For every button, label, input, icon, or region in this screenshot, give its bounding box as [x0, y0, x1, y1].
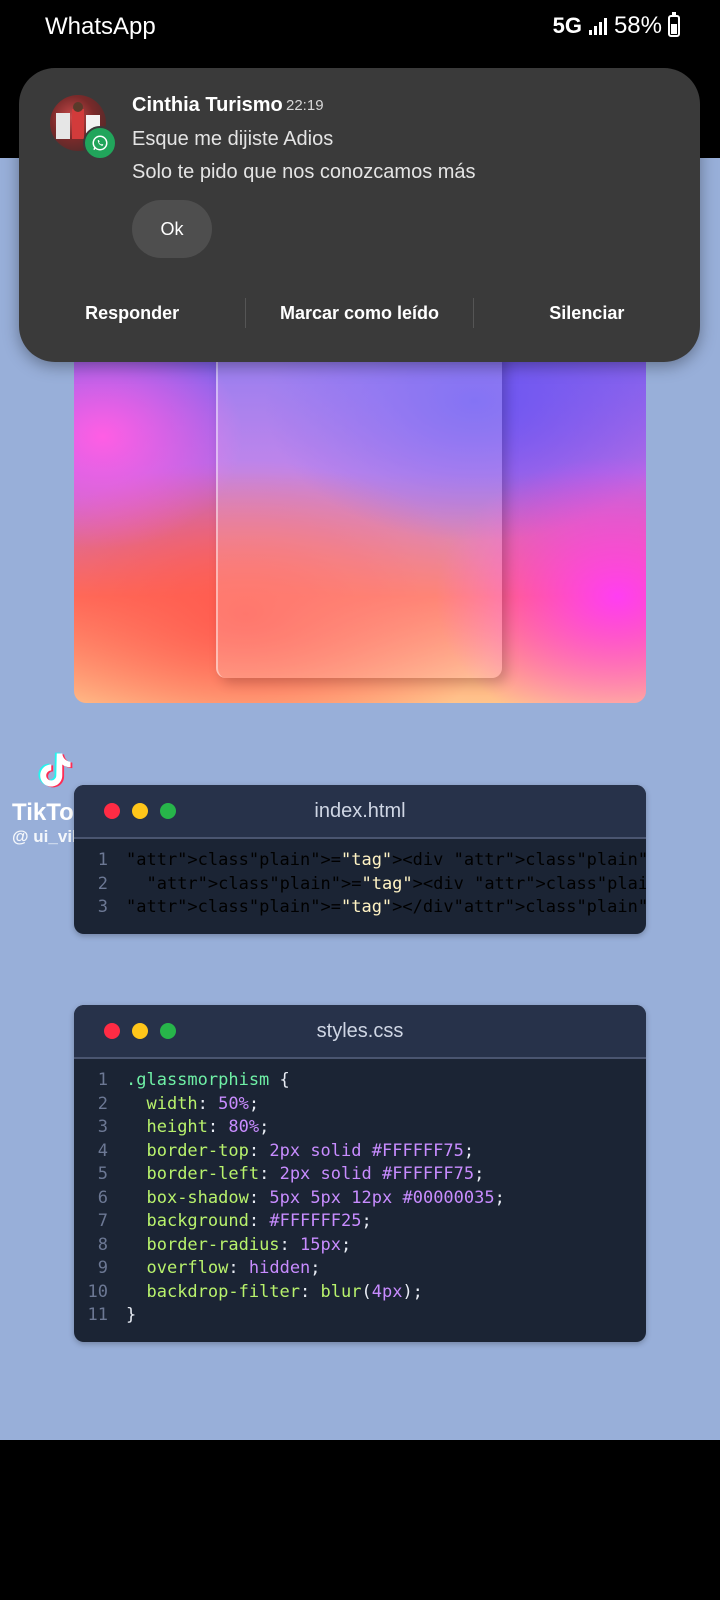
battery-percent: 58% [613, 12, 662, 39]
html-window-title: index.html [314, 800, 406, 822]
line-number: 10 [87, 1281, 108, 1302]
status-app-name: WhatsApp [45, 13, 156, 40]
css-code-window: styles.css 1 .glassmorphism { 2 width: 50%… [74, 1005, 646, 1342]
notification-actions: Responder Marcar como leído Silenciar [19, 296, 700, 330]
reply-button[interactable]: Responder [19, 296, 245, 330]
css-window-title: styles.css [316, 1020, 404, 1042]
glassmorphism-preview [74, 348, 646, 703]
code-text: "attr">class"plain">="tag"><div "attr">c… [146, 873, 646, 894]
code-text: background: #FFFFFF25; [146, 1211, 372, 1231]
code-line: 9 overflow: hidden; [74, 1257, 646, 1281]
battery-icon [668, 12, 680, 37]
code-line: 7 background: #FFFFFF25; [74, 1210, 646, 1234]
html-code-window: index.html 1 "attr">class"plain">="tag"><… [74, 785, 646, 934]
code-line: 1 "attr">class"plain">="tag"><div "attr">… [74, 849, 646, 873]
code-line: 8 border-radius: 15px; [74, 1234, 646, 1258]
code-text: border-top: 2px solid #FFFFFF75; [146, 1140, 475, 1161]
line-number: 6 [97, 1187, 108, 1208]
whatsapp-notification[interactable]: Cinthia Turismo 22:19 Esque me dijiste A… [19, 68, 700, 362]
code-text: "attr">class"plain">="tag"><div "attr">c… [126, 850, 646, 870]
sender-name: Cinthia Turismo [132, 94, 283, 116]
message-line-2: Solo te pido que nos conozcamos más [132, 161, 476, 183]
code-text: border-left: 2px solid #FFFFFF75; [146, 1164, 485, 1184]
status-bar: WhatsApp 5G 58% [0, 0, 720, 56]
line-number: 2 [97, 1093, 108, 1114]
css-window-header: styles.css [74, 1005, 646, 1059]
code-line: 2 "attr">class"plain">="tag"><div "attr"… [74, 873, 646, 897]
code-text: height: 80%; [146, 1117, 270, 1137]
code-text: overflow: hidden; [146, 1258, 321, 1278]
code-line: 10 backdrop-filter: blur(4px); [74, 1281, 646, 1305]
line-number: 8 [97, 1234, 108, 1255]
line-number: 3 [97, 897, 108, 917]
line-number: 1 [97, 1070, 108, 1090]
code-text: "attr">class"plain">="tag"></div"attr">c… [126, 897, 646, 917]
html-window-header: index.html [74, 785, 646, 839]
line-number: 7 [97, 1211, 108, 1231]
quick-reply-ok-button[interactable]: Ok [132, 200, 212, 258]
message-line-1: Esque me dijiste Adios [132, 128, 334, 150]
network-type: 5G [552, 13, 582, 38]
code-text: box-shadow: 5px 5px 12px #00000035; [146, 1187, 505, 1208]
signal-icon [588, 18, 607, 35]
mark-as-read-button[interactable]: Marcar como leído [246, 296, 472, 330]
code-line: 3 height: 80%; [74, 1116, 646, 1140]
code-line: 11} [74, 1304, 646, 1328]
code-text: border-radius: 15px; [146, 1234, 352, 1255]
line-number: 9 [97, 1258, 108, 1278]
code-text: .glassmorphism { [126, 1070, 290, 1090]
glass-panel [216, 348, 502, 678]
mute-button[interactable]: Silenciar [474, 296, 700, 330]
code-line: 1 .glassmorphism { [74, 1069, 646, 1093]
tiktok-logo-icon [38, 752, 73, 788]
line-number: 5 [97, 1164, 108, 1184]
code-line: 5 border-left: 2px solid #FFFFFF75; [74, 1163, 646, 1187]
code-line: 6 box-shadow: 5px 5px 12px #00000035; [74, 1187, 646, 1211]
code-line: 2 width: 50%; [74, 1093, 646, 1117]
line-number: 2 [97, 873, 108, 894]
whatsapp-badge-icon [83, 126, 117, 160]
code-line: 4 border-top: 2px solid #FFFFFF75; [74, 1140, 646, 1164]
css-code-body: 1 .glassmorphism {2 width: 50%; 3 height: … [74, 1059, 646, 1342]
line-number: 3 [97, 1117, 108, 1137]
code-line: 3 "attr">class"plain">="tag"></div"attr">… [74, 896, 646, 920]
code-text: backdrop-filter: blur(4px); [146, 1281, 423, 1302]
line-number: 11 [87, 1305, 108, 1325]
line-number: 4 [97, 1140, 108, 1161]
code-text: } [126, 1305, 137, 1325]
message-time: 22:19 [286, 97, 324, 114]
code-text: width: 50%; [146, 1093, 260, 1114]
line-number: 1 [97, 850, 108, 870]
html-code-body: 1 "attr">class"plain">="tag"><div "attr">… [74, 839, 646, 934]
status-indicators: 5G 58% [553, 12, 680, 40]
